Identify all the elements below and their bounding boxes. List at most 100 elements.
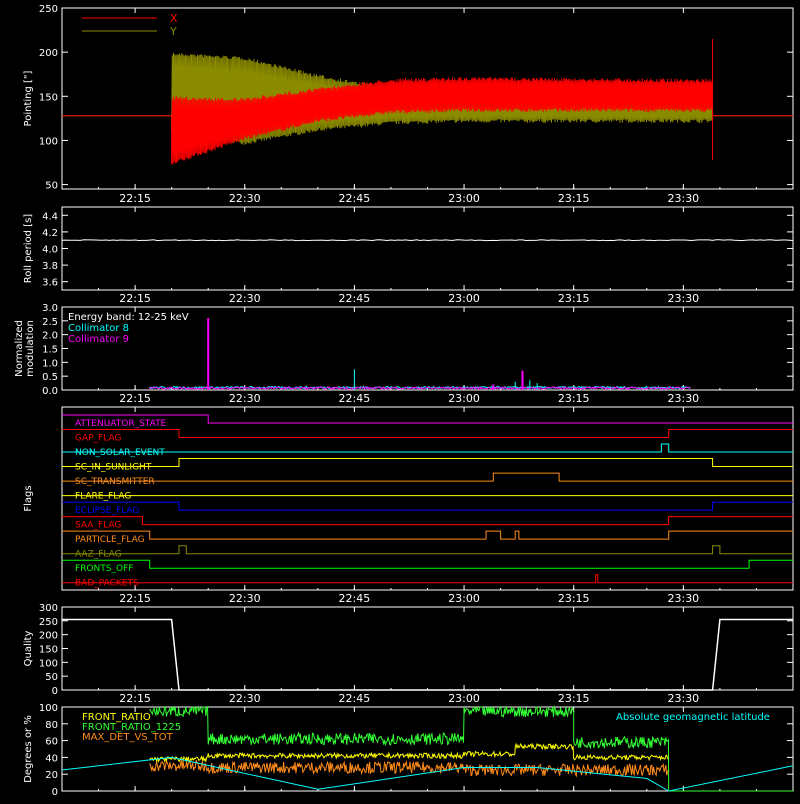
time-tick-label: 22:15 [119,292,151,305]
flag-eclipse-flag-line [62,501,793,511]
panel-4-ytick-label: 150 [39,645,58,656]
time-tick-label: 23:00 [448,292,480,305]
panel-2-ytick-label: 2.0 [42,331,58,342]
time-tick-label: 23:15 [558,192,590,205]
panel-5-ytick-label: 40 [45,753,58,764]
chart-canvas: 22:15 22:30 22:45 23:00 23:15 23:30 22:15 22:30… [14,4,794,798]
flag-attenuator-state-label: ATTENUATOR_STATE [75,419,167,429]
panel-4-ytick-label: 50 [45,672,58,683]
panel-5-ytick-label: 20 [45,770,58,781]
flag-non-solar-event-line [62,443,793,453]
panel-4-ylabel: Quality [23,631,34,667]
panel-5-ytick-label: 0 [52,787,58,798]
flag-flare-flag-label: FLARE_FLAG [75,492,131,502]
panel-4-ytick-label: 100 [39,658,58,669]
panel-2-ytick-label: 0.5 [42,372,58,383]
panel-4-ytick-label: 0 [52,686,58,697]
flag-eclipse-flag-label: ECLIPSE_FLAG [75,506,139,516]
flag-saa-flag-label: SAA_FLAG [75,521,121,531]
panel-5-ylabel: Degrees or % [23,715,34,783]
panel-0-ylabel: Pointing ["] [23,70,34,126]
panel-2-ytick-label: 1.5 [42,345,58,356]
panel-3-frame [61,406,794,591]
time-tick-label: 22:30 [229,392,261,405]
panel-2-ylabel: Normalized [14,320,25,377]
flag-bad-packets-line [62,574,793,584]
time-tick-label: 22:30 [229,292,261,305]
time-tick-label: 23:30 [667,592,699,605]
panel-1-ytick-label: 3.8 [42,261,58,272]
flag-particle-flag-line [62,530,793,540]
time-tick-label: 23:00 [448,692,480,705]
modulation-annotation: Collimator 8 [68,323,129,334]
panel-0-ytick-label: 100 [39,136,58,147]
time-tick-label: 22:30 [229,592,261,605]
panel-0-ytick-label: 250 [39,4,58,15]
flag-attenuator-state-line [62,414,793,424]
time-tick-label: 23:30 [667,292,699,305]
time-tick-label: 22:45 [339,392,371,405]
panel-5-ytick-label: 80 [45,720,58,731]
panel-2-ytick-label: 1.0 [42,358,58,369]
roll-period-line [61,239,794,242]
flag-gap-flag-line [62,429,793,438]
panel-1-ylabel: Roll period [s] [23,214,34,283]
flag-fronts-off-line [62,559,793,569]
flag-bad-packets-label: BAD_PACKETS [75,579,139,589]
panel-0-ytick-label: 150 [39,92,58,103]
time-tick-label: 23:15 [558,592,590,605]
flag-sc-transmitter-label: SC_TRANSMITTER [75,477,155,487]
time-tick-label: 23:30 [667,392,699,405]
flag-gap-flag-label: GAP_FLAG [75,434,121,444]
panel-1-ytick-label: 4.2 [42,228,58,239]
time-tick-label: 23:00 [448,392,480,405]
panel-5-ytick-label: 60 [45,737,58,748]
modulation-annotation: Collimator 9 [68,334,129,345]
panel-1-frame [61,206,794,291]
panel-2-ytick-label: 3.0 [42,303,58,314]
time-tick-label: 22:45 [339,292,371,305]
time-tick-label: 22:45 [339,692,371,705]
flag-aaz-flag-label: AAZ_FLAG [75,550,122,560]
time-tick-label: 23:15 [558,392,590,405]
time-tick-label: 23:00 [448,592,480,605]
panel-4-ytick-label: 250 [39,617,58,628]
time-tick-label: 23:00 [448,192,480,205]
panel-1-ytick-label: 4.4 [42,211,58,222]
flag-non-solar-event-label: NON_SOLAR_EVENT [75,448,165,458]
panel-2-ylabel: modulation [25,320,36,377]
panel-0-ytick-label: 200 [39,48,58,59]
time-tick-label: 22:30 [229,192,261,205]
quality-line [61,618,793,691]
legend-y-label: Y [169,25,177,38]
series-geomagnetic-latitude-line [61,756,794,792]
panel-3-ylabel: Flags [23,485,34,511]
flag-aaz-flag-line [62,545,793,555]
time-tick-label: 23:30 [667,192,699,205]
flag-sc-transmitter-line [62,472,793,482]
modulation-annotation: Energy band: 12-25 keV [68,312,189,323]
time-tick-label: 22:15 [119,692,151,705]
legend-max-det-vs-tot-label: MAX_DET_VS_TOT [82,732,174,743]
time-tick-label: 22:15 [119,392,151,405]
panel-4-ytick-label: 300 [39,603,58,614]
flag-sc-in-sunlight-line [62,458,793,468]
time-tick-label: 22:15 [119,592,151,605]
time-tick-label: 22:15 [119,192,151,205]
time-tick-label: 23:15 [558,692,590,705]
legend-geomagnetic-latitude-label: Absolute geomagnetic latitude [616,712,770,723]
time-tick-label: 22:30 [229,692,261,705]
flag-sc-in-sunlight-label: SC_IN_SUNLIGHT [75,463,152,473]
panel-1-ytick-label: 3.6 [42,278,58,289]
flag-particle-flag-label: PARTICLE_FLAG [75,535,145,545]
panel-4-ytick-label: 200 [39,631,58,642]
flag-saa-flag-line [62,516,793,526]
time-tick-label: 23:15 [558,292,590,305]
panel-1-ytick-label: 4.0 [42,245,58,256]
panel-5-ytick-label: 100 [39,703,58,714]
series-max-det-vs-tot-line [149,758,669,778]
chart-figure: 22:15 22:30 22:45 23:00 23:15 23:30 22:15 22:30… [0,0,800,800]
panel-0-ytick-label: 50 [45,181,58,192]
legend-x-label: X [170,12,178,25]
panel-2-ytick-label: 2.5 [42,317,58,328]
